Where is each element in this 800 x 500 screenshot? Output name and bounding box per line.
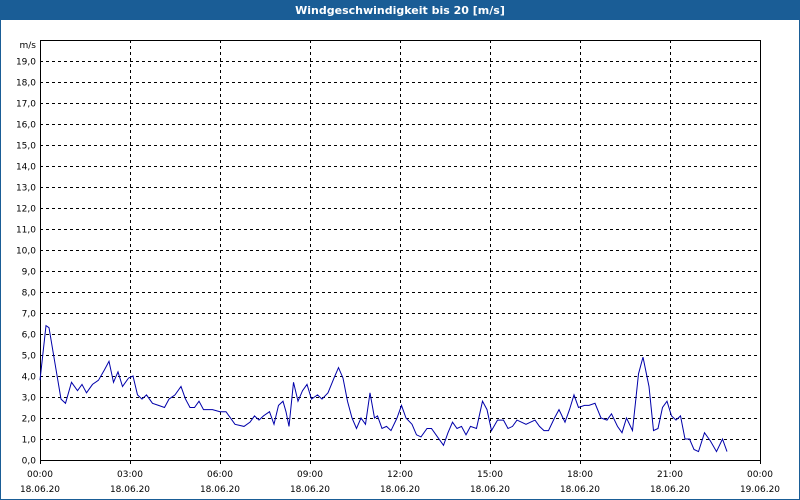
- x-tick-time-label: 03:00: [117, 470, 143, 480]
- y-tick-label: 18,0: [16, 79, 36, 89]
- y-tick-label: 15,0: [16, 142, 36, 152]
- y-tick-label: 0,0: [22, 457, 37, 467]
- y-tick-label: 10,0: [16, 247, 36, 257]
- x-tick-time-label: 15:00: [477, 470, 503, 480]
- y-tick-label: 9,0: [22, 268, 37, 278]
- x-tick-time-label: 00:00: [747, 470, 773, 480]
- x-tick-time-label: 12:00: [387, 470, 413, 480]
- x-tick-date-label: 18.06.20: [200, 485, 240, 495]
- x-tick-date-label: 18.06.20: [380, 485, 420, 495]
- y-tick-label: 16,0: [16, 121, 36, 131]
- x-tick-date-label: 18.06.20: [20, 485, 60, 495]
- y-tick-label: 4,0: [22, 373, 37, 383]
- x-tick-date-label: 18.06.20: [470, 485, 510, 495]
- y-tick-label: 2,0: [22, 415, 37, 425]
- x-tick-date-label: 18.06.20: [110, 485, 150, 495]
- y-tick-label: 1,0: [22, 436, 37, 446]
- y-tick-label: 12,0: [16, 205, 36, 215]
- x-tick-time-label: 00:00: [27, 470, 53, 480]
- x-axis-ticks: 00:00 18.06.20 03:00 18.06.20 06:00 18.06.20 0…: [20, 460, 780, 495]
- x-tick-time-label: 18:00: [567, 470, 593, 480]
- y-tick-label: 7,0: [22, 310, 37, 320]
- y-tick-label: 11,0: [16, 226, 36, 236]
- wind-speed-chart: 0,0 1,0 2,0 3,0 4,0 5,0 6,0 7,0 8,0 9,0 10,0 11,0 12…: [16, 40, 780, 495]
- y-tick-label: 8,0: [22, 289, 37, 299]
- y-tick-label: 19,0: [16, 58, 36, 68]
- y-tick-label: 14,0: [16, 163, 36, 173]
- y-tick-label: 6,0: [22, 331, 37, 341]
- x-tick-date-label: 18.06.20: [290, 485, 330, 495]
- x-tick-date-label: 18.06.20: [650, 485, 690, 495]
- y-tick-label: 13,0: [16, 184, 36, 194]
- wind-speed-line: [39, 324, 728, 453]
- x-tick-date-label: 18.06.20: [560, 485, 600, 495]
- y-axis-ticks: 0,0 1,0 2,0 3,0 4,0 5,0 6,0 7,0 8,0 9,0 10,0 11,0 12…: [16, 58, 36, 467]
- y-tick-label: 3,0: [22, 394, 37, 404]
- x-tick-time-label: 06:00: [207, 470, 233, 480]
- y-tick-label: 5,0: [22, 352, 37, 362]
- x-tick-time-label: 21:00: [657, 470, 683, 480]
- y-axis-unit-label: m/s: [20, 41, 37, 51]
- x-tick-time-label: 09:00: [297, 470, 323, 480]
- y-tick-label: 17,0: [16, 100, 36, 110]
- x-tick-date-label: 19.06.20: [740, 485, 780, 495]
